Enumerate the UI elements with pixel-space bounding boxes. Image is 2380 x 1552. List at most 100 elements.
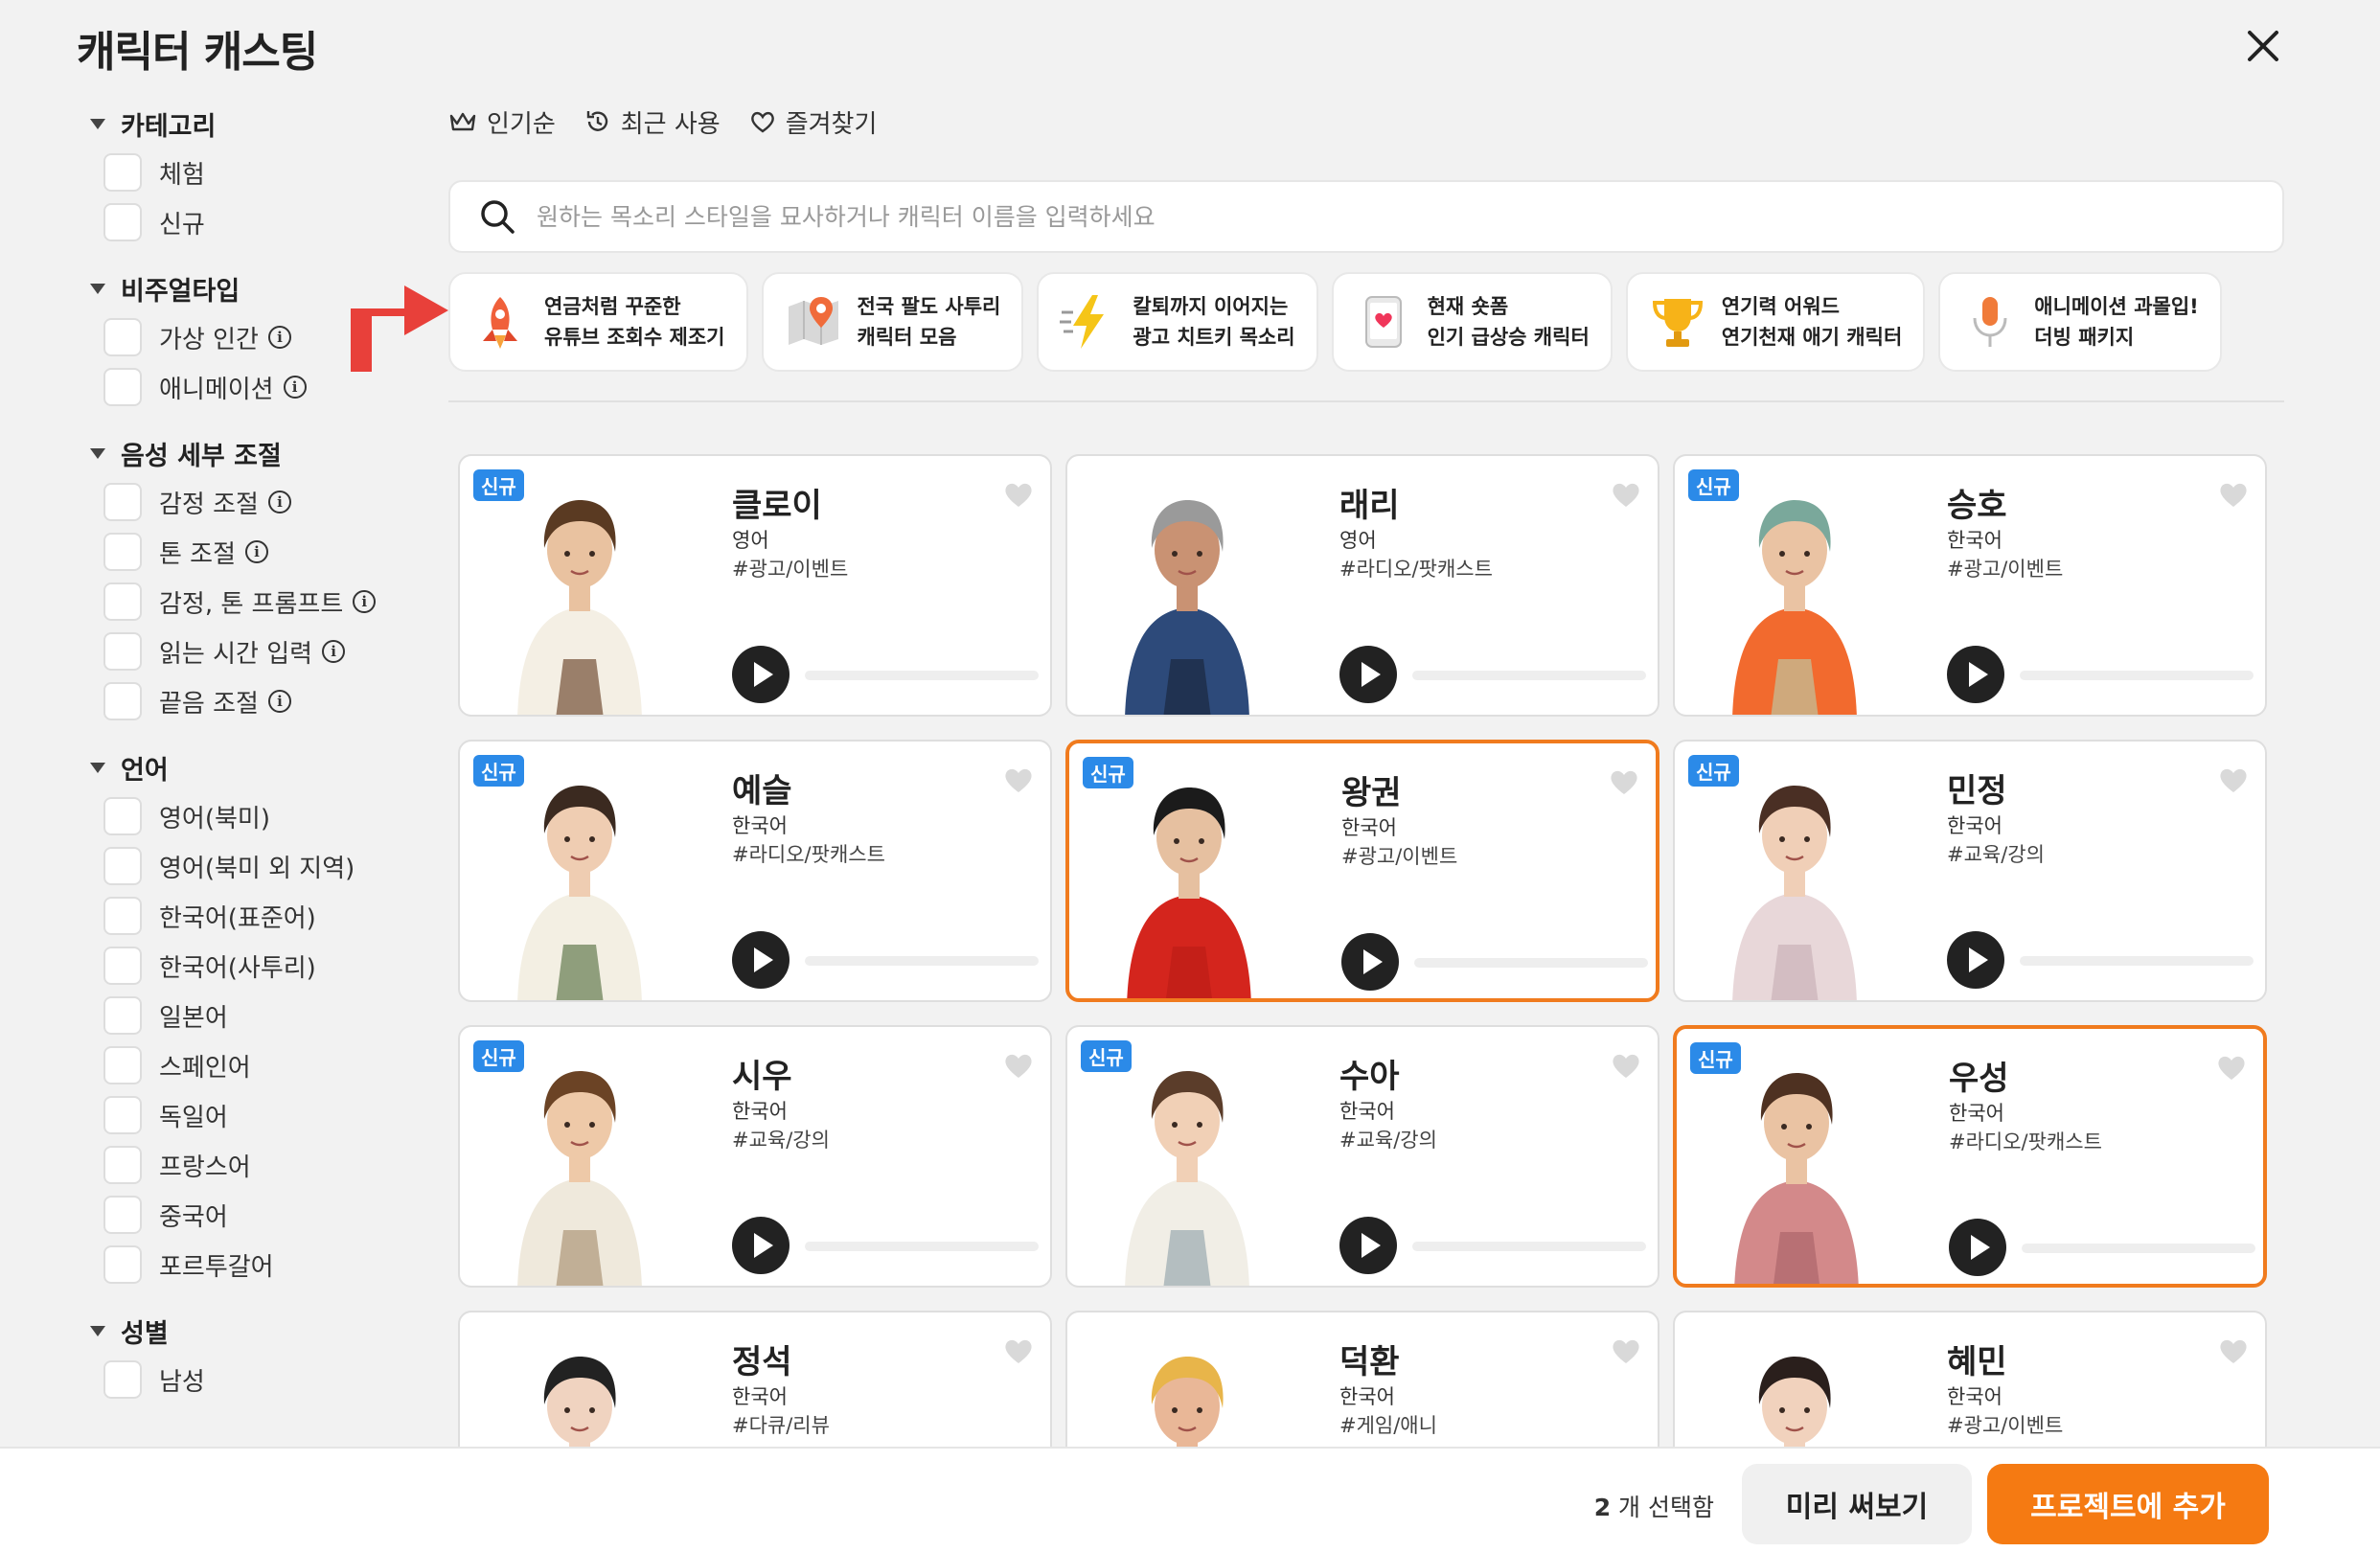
audio-progress-track[interactable] [805, 671, 1039, 680]
filter-option[interactable]: 독일어 [103, 1090, 412, 1140]
sort-favorites[interactable]: 즐겨찾기 [749, 102, 877, 142]
info-icon[interactable]: i [267, 690, 291, 713]
character-card[interactable]: 신규 승호 한국어 #광고/이벤트 [1673, 454, 2267, 717]
character-card[interactable]: 정석 한국어 #다큐/리뷰 [458, 1311, 1052, 1447]
checkbox[interactable] [103, 483, 142, 521]
filter-option[interactable]: 톤 조절 i [103, 527, 412, 577]
checkbox[interactable] [103, 203, 142, 241]
checkbox[interactable] [103, 1360, 142, 1399]
checkbox[interactable] [103, 1196, 142, 1234]
collection-chip[interactable]: 전국 팔도 사투리 캐릭터 모음 [761, 272, 1024, 372]
audio-progress-track[interactable] [2022, 1244, 2255, 1253]
favorite-heart-icon[interactable] [2217, 765, 2250, 795]
filter-section-header[interactable]: 언어 [86, 743, 412, 791]
character-card[interactable]: 신규 왕권 한국어 #광고/이벤트 [1065, 740, 1659, 1002]
checkbox[interactable] [103, 1245, 142, 1284]
play-button[interactable] [1947, 931, 2004, 989]
favorite-heart-icon[interactable] [1002, 1335, 1035, 1366]
checkbox[interactable] [103, 1096, 142, 1134]
filter-option[interactable]: 한국어(표준어) [103, 891, 412, 941]
info-icon[interactable]: i [283, 376, 307, 399]
character-card[interactable]: 신규 시우 한국어 #교육/강의 [458, 1025, 1052, 1288]
filter-option[interactable]: 영어(북미) [103, 791, 412, 841]
filter-section-header[interactable]: 카테고리 [86, 100, 412, 148]
info-icon[interactable]: i [267, 491, 291, 514]
filter-option[interactable]: 신규 [103, 197, 412, 247]
checkbox[interactable] [103, 1046, 142, 1084]
favorite-heart-icon[interactable] [1002, 479, 1035, 510]
info-icon[interactable]: i [267, 326, 291, 349]
play-button[interactable] [1949, 1219, 2006, 1276]
character-card[interactable]: 신규 예슬 한국어 #라디오/팟캐스트 [458, 740, 1052, 1002]
search-input[interactable] [537, 202, 2165, 231]
play-button[interactable] [1339, 646, 1397, 703]
close-icon[interactable] [2242, 25, 2284, 67]
filter-option[interactable]: 체험 [103, 148, 412, 197]
play-button[interactable] [1341, 933, 1399, 991]
filter-section-header[interactable]: 성별 [86, 1307, 412, 1355]
favorite-heart-icon[interactable] [1610, 1050, 1642, 1081]
info-icon[interactable]: i [353, 590, 377, 613]
checkbox[interactable] [103, 797, 142, 835]
filter-option[interactable]: 스페인어 [103, 1040, 412, 1090]
audio-progress-track[interactable] [805, 956, 1039, 966]
add-to-project-button[interactable]: 프로젝트에 추가 [1987, 1464, 2269, 1544]
character-card[interactable]: 덕환 한국어 #게임/애니 [1065, 1311, 1659, 1447]
audio-progress-track[interactable] [2020, 671, 2254, 680]
checkbox[interactable] [103, 1146, 142, 1184]
checkbox[interactable] [103, 897, 142, 935]
character-card[interactable]: 신규 수아 한국어 #교육/강의 [1065, 1025, 1659, 1288]
filter-option[interactable]: 프랑스어 [103, 1140, 412, 1190]
filter-option[interactable]: 감정 조절 i [103, 477, 412, 527]
collection-chip[interactable]: 칼퇴까지 이어지는 광고 치트키 목소리 [1037, 272, 1318, 372]
checkbox[interactable] [103, 318, 142, 356]
sort-popular[interactable]: 인기순 [448, 102, 556, 142]
checkbox[interactable] [103, 632, 142, 671]
character-card[interactable]: 혜민 한국어 #광고/이벤트 [1673, 1311, 2267, 1447]
checkbox[interactable] [103, 153, 142, 192]
play-button[interactable] [1339, 1217, 1397, 1274]
filter-option[interactable]: 포르투갈어 [103, 1240, 412, 1290]
checkbox[interactable] [103, 368, 142, 406]
checkbox[interactable] [103, 847, 142, 885]
character-card[interactable]: 래리 영어 #라디오/팟캐스트 [1065, 454, 1659, 717]
collection-chip[interactable]: 애니메이션 과몰입! 더빙 패키지 [1938, 272, 2222, 372]
favorite-heart-icon[interactable] [1610, 1335, 1642, 1366]
filter-option[interactable]: 영어(북미 외 지역) [103, 841, 412, 891]
favorite-heart-icon[interactable] [2215, 1052, 2248, 1083]
checkbox[interactable] [103, 682, 142, 720]
checkbox[interactable] [103, 947, 142, 985]
filter-option[interactable]: 남성 [103, 1355, 412, 1404]
filter-option[interactable]: 읽는 시간 입력 i [103, 627, 412, 676]
checkbox[interactable] [103, 996, 142, 1035]
filter-option[interactable]: 일본어 [103, 991, 412, 1040]
preview-button[interactable]: 미리 써보기 [1742, 1464, 1972, 1544]
character-card[interactable]: 신규 민정 한국어 #교육/강의 [1673, 740, 2267, 1002]
favorite-heart-icon[interactable] [1002, 765, 1035, 795]
collection-chip[interactable]: 연기력 어워드 연기천재 애기 캐릭터 [1625, 272, 1926, 372]
filter-section-header[interactable]: 음성 세부 조절 [86, 429, 412, 477]
filter-option[interactable]: 끝음 조절 i [103, 676, 412, 726]
checkbox[interactable] [103, 582, 142, 621]
info-icon[interactable]: i [245, 540, 269, 563]
audio-progress-track[interactable] [1414, 958, 1648, 968]
favorite-heart-icon[interactable] [1002, 1050, 1035, 1081]
audio-progress-track[interactable] [1412, 1242, 1646, 1251]
filter-option[interactable]: 한국어(사투리) [103, 941, 412, 991]
favorite-heart-icon[interactable] [1608, 766, 1640, 797]
filter-option[interactable]: 감정, 톤 프롬프트 i [103, 577, 412, 627]
info-icon[interactable]: i [322, 640, 346, 663]
checkbox[interactable] [103, 533, 142, 571]
play-button[interactable] [1947, 646, 2004, 703]
favorite-heart-icon[interactable] [2217, 479, 2250, 510]
play-button[interactable] [732, 1217, 790, 1274]
favorite-heart-icon[interactable] [2217, 1335, 2250, 1366]
audio-progress-track[interactable] [2020, 956, 2254, 966]
filter-option[interactable]: 중국어 [103, 1190, 412, 1240]
sort-recent[interactable]: 최근 사용 [584, 102, 721, 142]
play-button[interactable] [732, 646, 790, 703]
audio-progress-track[interactable] [1412, 671, 1646, 680]
audio-progress-track[interactable] [805, 1242, 1039, 1251]
character-card[interactable]: 신규 우성 한국어 #라디오/팟캐스트 [1673, 1025, 2267, 1288]
play-button[interactable] [732, 931, 790, 989]
